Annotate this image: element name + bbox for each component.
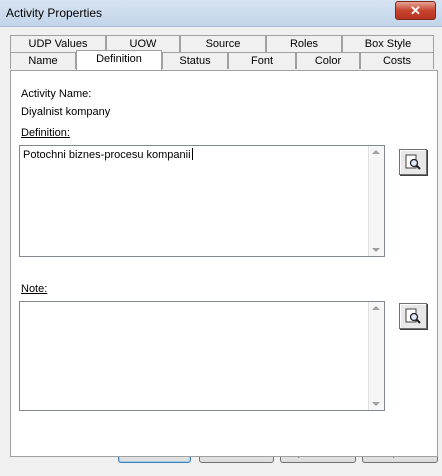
tab-definition[interactable]: Definition [76,50,162,70]
title-bar[interactable]: Activity Properties ✕ [0,0,442,27]
tab-status[interactable]: Status [162,52,228,69]
definition-label: Definition: [21,127,70,139]
scroll-up-arrow-icon[interactable] [372,150,380,154]
scroll-down-arrow-icon[interactable] [372,402,380,406]
definition-tab-panel: Activity Name: Diyalnist kompany Definit… [10,70,438,457]
tab-source[interactable]: Source [180,35,266,52]
tab-costs[interactable]: Costs [360,52,434,69]
definition-scrollbar[interactable] [368,146,384,256]
scroll-down-arrow-icon[interactable] [372,248,380,252]
close-button[interactable]: ✕ [395,1,436,20]
activity-properties-dialog: Activity Properties ✕ UDP Values UOW Sou… [0,0,442,476]
scroll-up-arrow-icon[interactable] [372,306,380,310]
window-title: Activity Properties [6,6,103,20]
tab-name[interactable]: Name [10,52,76,69]
activity-name-label: Activity Name: [21,88,92,100]
tab-color[interactable]: Color [296,52,360,69]
dialog-client-area: UDP Values UOW Source Roles Box Style Na… [4,27,438,472]
tab-font[interactable]: Font [228,52,296,69]
definition-text: Potochni biznes-procesu kompanii [23,148,193,161]
tab-roles[interactable]: Roles [266,35,342,52]
note-browse-button[interactable] [399,303,427,329]
document-magnifier-icon [405,154,421,170]
definition-browse-button[interactable] [399,149,427,175]
note-scrollbar[interactable] [368,302,384,410]
note-textarea[interactable] [19,301,385,411]
definition-textarea[interactable]: Potochni biznes-procesu kompanii [19,145,385,257]
activity-name-value: Diyalnist kompany [21,106,111,118]
document-magnifier-icon [405,308,421,324]
tab-box-style[interactable]: Box Style [342,35,434,52]
note-label: Note: [21,283,48,295]
